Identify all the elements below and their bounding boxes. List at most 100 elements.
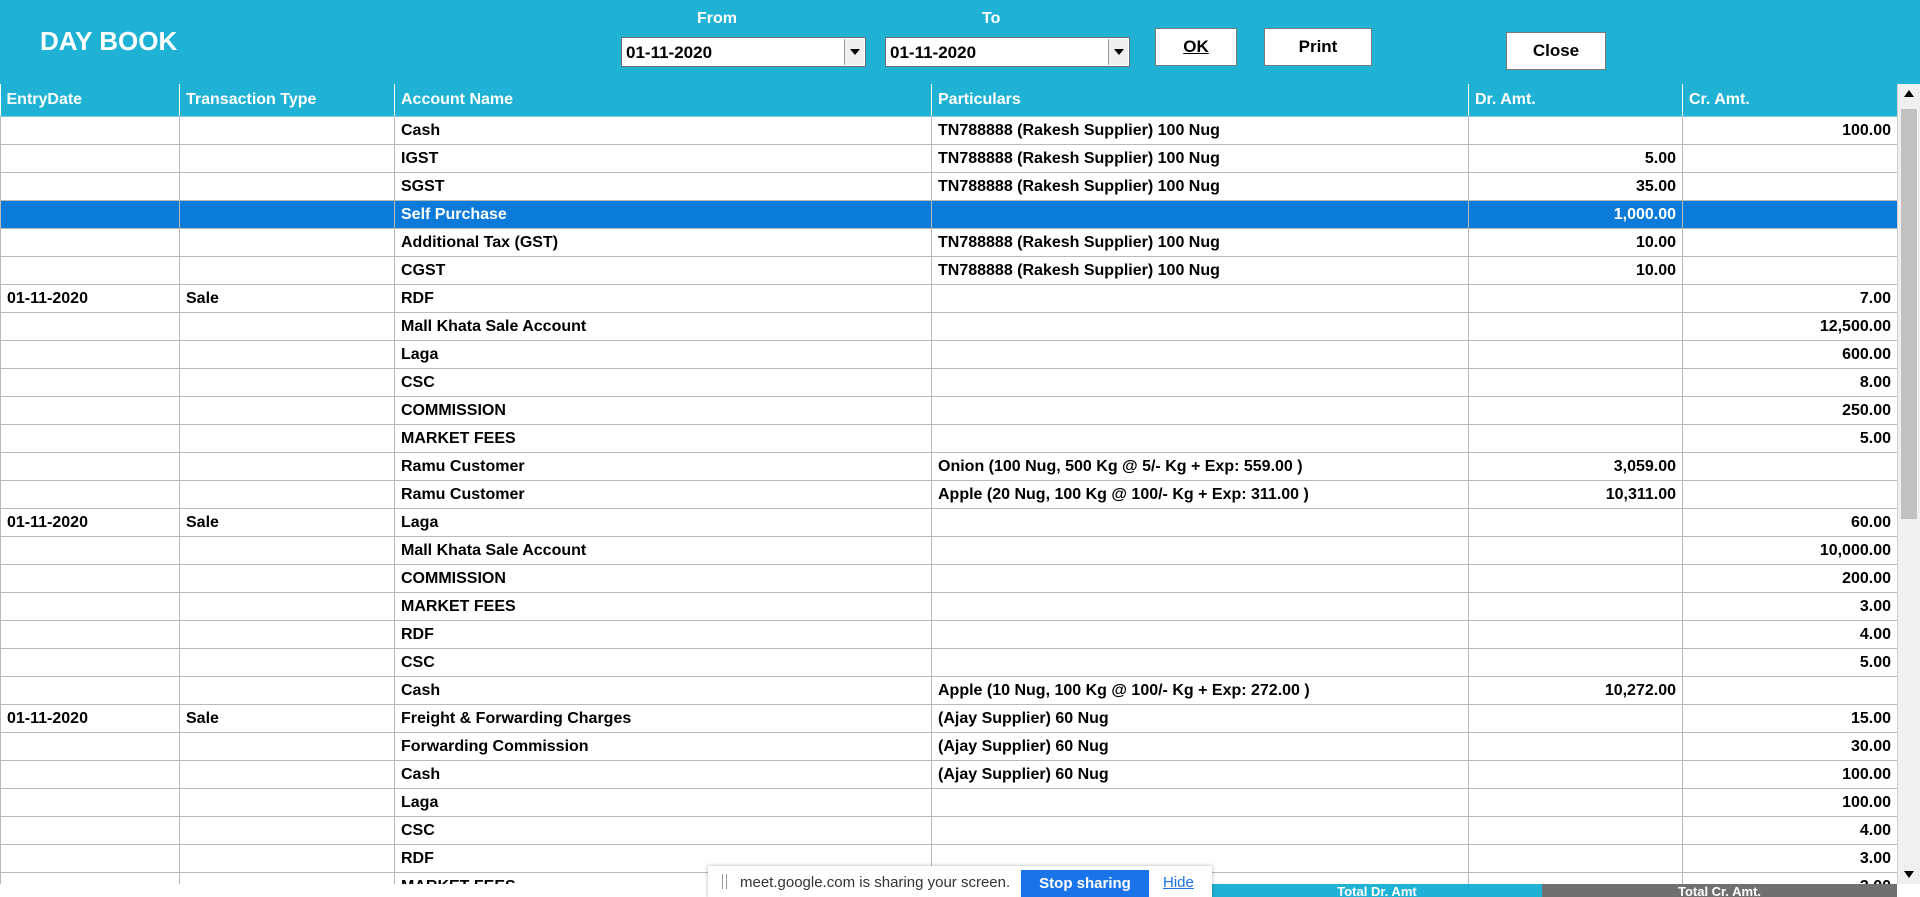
table-row[interactable]: Ramu Customer Apple (20 Nug, 100 Kg @ 100… [0,480,1898,509]
cell-entry-date[interactable] [0,368,180,397]
cell-account-name[interactable]: Ramu Customer [394,480,932,509]
cell-dr-amt[interactable] [1468,648,1683,677]
cell-cr-amt[interactable]: 200.00 [1682,564,1898,593]
daybook-grid[interactable]: EntryDate Transaction Type Account Name … [0,84,1920,884]
cell-entry-date[interactable] [0,676,180,705]
cell-cr-amt[interactable]: 10,000.00 [1682,536,1898,565]
cell-account-name[interactable]: CSC [394,816,932,845]
cell-particulars[interactable]: TN788888 (Rakesh Supplier) 100 Nug [931,172,1469,201]
cell-transaction-type[interactable] [179,872,395,884]
cell-particulars[interactable] [931,424,1469,453]
column-header-account-name[interactable]: Account Name [394,84,932,117]
cell-dr-amt[interactable] [1468,368,1683,397]
cell-entry-date[interactable] [0,424,180,453]
cell-cr-amt[interactable]: 100.00 [1682,116,1898,145]
cell-entry-date[interactable] [0,452,180,481]
cell-particulars[interactable] [931,788,1469,817]
scroll-down-icon[interactable] [1899,864,1919,884]
table-row[interactable]: 01-11-2020 Sale Laga 60.00 [0,508,1898,537]
cell-transaction-type[interactable] [179,648,395,677]
cell-dr-amt[interactable] [1468,508,1683,537]
hide-link[interactable]: Hide [1163,874,1194,891]
cell-dr-amt[interactable]: 10.00 [1468,228,1683,257]
cell-account-name[interactable]: CSC [394,368,932,397]
cell-dr-amt[interactable] [1468,340,1683,369]
cell-entry-date[interactable] [0,256,180,285]
from-date-picker[interactable]: 01-11-2020 [621,37,866,67]
cell-transaction-type[interactable]: Sale [179,284,395,313]
cell-particulars[interactable]: TN788888 (Rakesh Supplier) 100 Nug [931,256,1469,285]
cell-transaction-type[interactable] [179,144,395,173]
cell-dr-amt[interactable] [1468,312,1683,341]
cell-entry-date[interactable] [0,340,180,369]
cell-transaction-type[interactable]: Sale [179,704,395,733]
cell-dr-amt[interactable]: 10.00 [1468,256,1683,285]
cell-entry-date[interactable] [0,592,180,621]
cell-cr-amt[interactable] [1682,200,1898,229]
table-row[interactable]: MARKET FEES 5.00 [0,424,1898,453]
cell-cr-amt[interactable]: 8.00 [1682,368,1898,397]
cell-particulars[interactable] [931,284,1469,313]
vertical-scrollbar[interactable] [1897,84,1920,884]
cell-particulars[interactable] [931,396,1469,425]
table-row[interactable]: IGST TN788888 (Rakesh Supplier) 100 Nug 5.… [0,144,1898,173]
table-row[interactable]: CSC 8.00 [0,368,1898,397]
cell-particulars[interactable] [931,508,1469,537]
cell-entry-date[interactable] [0,564,180,593]
cell-transaction-type[interactable] [179,228,395,257]
cell-account-name[interactable]: Cash [394,116,932,145]
cell-particulars[interactable]: (Ajay Supplier) 60 Nug [931,732,1469,761]
cell-dr-amt[interactable] [1468,424,1683,453]
close-button[interactable]: Close [1506,32,1606,70]
cell-cr-amt[interactable] [1682,172,1898,201]
table-row[interactable]: Cash TN788888 (Rakesh Supplier) 100 Nug 10… [0,116,1898,145]
cell-account-name[interactable]: Freight & Forwarding Charges [394,704,932,733]
cell-particulars[interactable]: Onion (100 Nug, 500 Kg @ 5/- Kg + Exp: 5… [931,452,1469,481]
cell-transaction-type[interactable] [179,844,395,873]
cell-entry-date[interactable] [0,732,180,761]
drag-handle-icon[interactable] [722,874,727,889]
table-row[interactable]: Mall Khata Sale Account 12,500.00 [0,312,1898,341]
cell-cr-amt[interactable] [1682,228,1898,257]
cell-transaction-type[interactable] [179,452,395,481]
cell-cr-amt[interactable]: 15.00 [1682,704,1898,733]
cell-cr-amt[interactable] [1682,452,1898,481]
cell-dr-amt[interactable] [1468,396,1683,425]
scroll-up-icon[interactable] [1899,84,1919,104]
cell-particulars[interactable] [931,592,1469,621]
cell-entry-date[interactable] [0,312,180,341]
cell-account-name[interactable]: SGST [394,172,932,201]
cell-entry-date[interactable] [0,788,180,817]
cell-particulars[interactable] [931,340,1469,369]
table-row[interactable]: CSC 4.00 [0,816,1898,845]
cell-particulars[interactable]: (Ajay Supplier) 60 Nug [931,704,1469,733]
table-row[interactable]: 01-11-2020 Sale Freight & Forwarding Charg… [0,704,1898,733]
cell-transaction-type[interactable] [179,396,395,425]
table-row[interactable]: Cash (Ajay Supplier) 60 Nug 100.00 [0,760,1898,789]
cell-account-name[interactable]: Mall Khata Sale Account [394,312,932,341]
cell-dr-amt[interactable]: 1,000.00 [1468,200,1683,229]
cell-transaction-type[interactable] [179,760,395,789]
column-header-cr-amt[interactable]: Cr. Amt. [1682,84,1898,117]
cell-cr-amt[interactable]: 4.00 [1682,816,1898,845]
cell-cr-amt[interactable] [1682,256,1898,285]
print-button[interactable]: Print [1264,28,1372,66]
cell-entry-date[interactable]: 01-11-2020 [0,704,180,733]
cell-transaction-type[interactable] [179,788,395,817]
cell-cr-amt[interactable]: 30.00 [1682,732,1898,761]
cell-transaction-type[interactable] [179,536,395,565]
cell-account-name[interactable]: Laga [394,340,932,369]
cell-cr-amt[interactable] [1682,676,1898,705]
cell-particulars[interactable]: (Ajay Supplier) 60 Nug [931,760,1469,789]
cell-entry-date[interactable] [0,536,180,565]
cell-transaction-type[interactable] [179,676,395,705]
cell-particulars[interactable]: TN788888 (Rakesh Supplier) 100 Nug [931,116,1469,145]
cell-entry-date[interactable]: 01-11-2020 [0,508,180,537]
cell-dr-amt[interactable] [1468,284,1683,313]
cell-account-name[interactable]: IGST [394,144,932,173]
cell-dr-amt[interactable] [1468,536,1683,565]
cell-entry-date[interactable] [0,620,180,649]
cell-dr-amt[interactable]: 10,272.00 [1468,676,1683,705]
table-row[interactable]: Laga 600.00 [0,340,1898,369]
cell-entry-date[interactable]: 01-11-2020 [0,284,180,313]
